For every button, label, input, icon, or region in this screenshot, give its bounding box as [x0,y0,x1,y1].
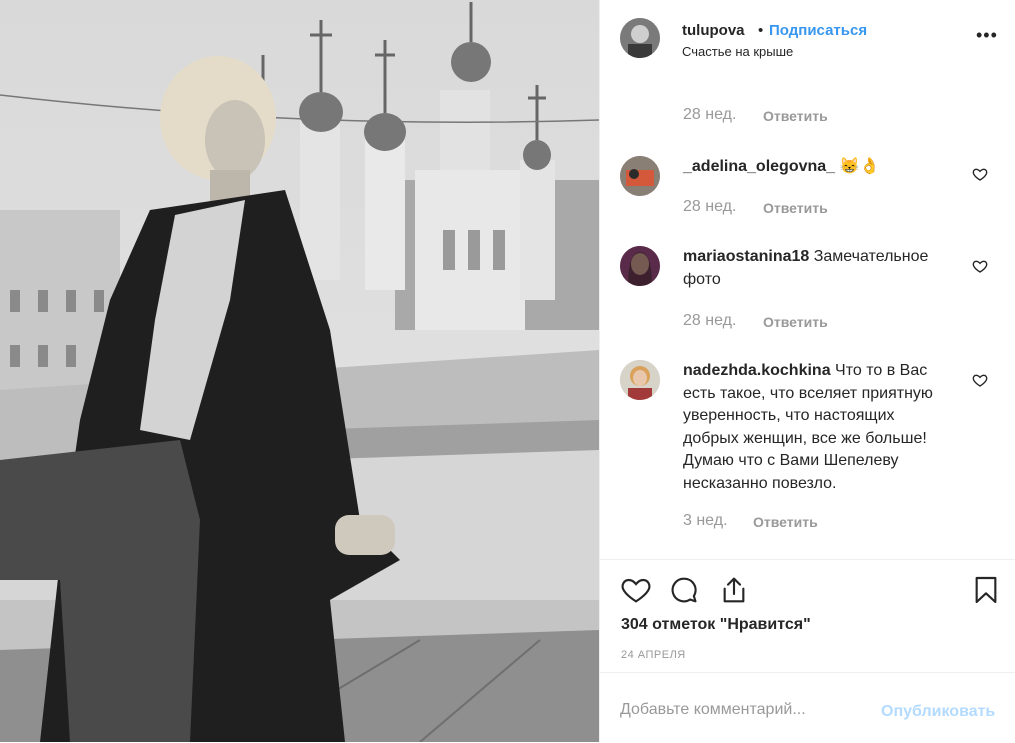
comment-text: Что то в Вас есть такое, что вселяет при… [683,362,933,492]
author-username[interactable]: tulupova [682,22,745,39]
post-date[interactable]: 24 АПРЕЛЯ [621,649,686,661]
photo-image [0,0,599,742]
post-sidebar: tulupova • Подписаться Счастье на крыше … [599,0,1015,742]
post-actions: 304 отметок "Нравится" 24 АПРЕЛЯ [600,559,1015,661]
reply-button[interactable]: Ответить [763,108,828,124]
add-comment-bar: Опубликовать [600,672,1015,743]
commenter-avatar[interactable] [620,156,660,196]
comment-input[interactable] [620,701,860,719]
comments-list[interactable]: 28 нед. Ответить _adelina_olegovna_ 😸👌 2… [600,84,1015,560]
heart-icon[interactable] [620,574,652,606]
comment-like-icon[interactable] [972,258,988,274]
reply-button[interactable]: Ответить [763,200,828,216]
likes-count[interactable]: 304 отметок "Нравится" [621,616,811,634]
post-header: tulupova • Подписаться Счастье на крыше … [600,0,1015,84]
commenter-avatar[interactable] [620,360,660,400]
more-options-icon[interactable]: ••• [976,26,998,44]
reply-button[interactable]: Ответить [763,314,828,330]
separator-dot: • [758,22,764,39]
comment-time[interactable]: 28 нед. [683,312,736,330]
post-dialog: tulupova • Подписаться Счастье на крыше … [0,0,1015,742]
comment-like-icon[interactable] [972,166,988,182]
comment-time[interactable]: 28 нед. [683,198,736,216]
reply-button[interactable]: Ответить [753,514,818,530]
author-avatar-image [620,18,660,58]
author-avatar[interactable] [620,18,660,58]
post-photo[interactable] [0,0,599,742]
comment-bubble-icon[interactable] [668,574,700,606]
comment-text: 😸👌 [839,158,880,175]
commenter-avatar-image [620,246,660,286]
comment-body: mariaostanina18 Замечательное фото [683,246,953,291]
commenter-avatar-image [620,156,660,196]
comment-time[interactable]: 28 нед. [683,106,736,124]
commenter-avatar-image [620,360,660,400]
bookmark-icon[interactable] [970,574,1002,606]
commenter-username[interactable]: mariaostanina18 [683,248,809,265]
share-icon[interactable] [718,574,750,606]
comment-time[interactable]: 3 нед. [683,512,728,530]
comment-body: _adelina_olegovna_ 😸👌 [683,156,953,179]
post-comment-button[interactable]: Опубликовать [881,703,995,721]
comment-like-icon[interactable] [972,372,988,388]
commenter-username[interactable]: nadezhda.kochkina [683,362,831,379]
commenter-username[interactable]: _adelina_olegovna_ [683,158,835,175]
commenter-avatar[interactable] [620,246,660,286]
comment-body: nadezhda.kochkina Что то в Вас есть тако… [683,360,953,495]
follow-button[interactable]: Подписаться [769,22,867,39]
post-location[interactable]: Счастье на крыше [682,44,793,59]
